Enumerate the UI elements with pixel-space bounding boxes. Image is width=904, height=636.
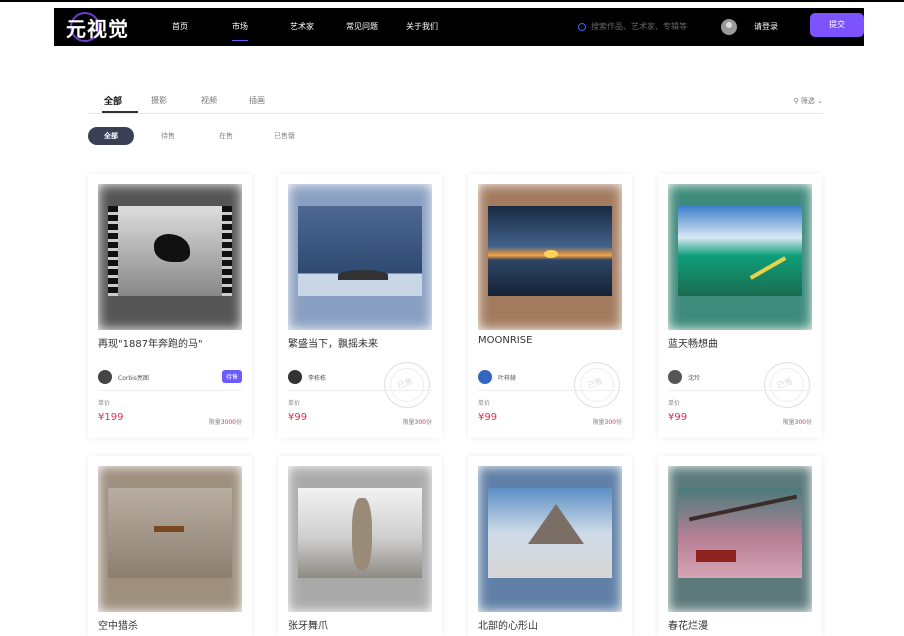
artist-avatar [668, 370, 682, 384]
price-label: 单价 [668, 400, 681, 407]
artist-avatar [288, 370, 302, 384]
limit-number: 300 [794, 419, 806, 426]
status-badge: 待售 [221, 370, 242, 383]
brand-logo[interactable]: 元视觉 [66, 11, 129, 43]
chip-pending[interactable]: 待售 [161, 127, 175, 145]
login-link[interactable]: 请登录 [754, 8, 778, 46]
price-label: 单价 [478, 400, 491, 407]
limit-prefix: 限量 [208, 419, 221, 426]
price-value: ¥199 [98, 412, 124, 423]
search-input[interactable]: 搜索作品、艺术家、专辑等 [578, 8, 687, 46]
artwork-title[interactable]: MOONRISE [478, 335, 532, 346]
tab-all[interactable]: 全部 [101, 94, 139, 113]
chevron-down-icon: ⌄ [814, 97, 823, 105]
artwork-title[interactable]: 再现"1887年奔跑的马" [98, 335, 203, 350]
limit-number: 3000 [220, 419, 236, 426]
price-label: 单价 [98, 400, 111, 407]
nav-item-faq[interactable]: 常见问题 [346, 8, 378, 46]
artwork-title[interactable]: 春花烂漫 [668, 617, 708, 632]
divider [288, 390, 432, 391]
nav-item-artists[interactable]: 艺术家 [290, 8, 314, 46]
artist-info[interactable]: 叶梓赫 [478, 370, 516, 384]
nav-item-about[interactable]: 关于我们 [406, 8, 438, 46]
user-avatar-icon[interactable] [721, 19, 737, 35]
artist-info[interactable]: Corbis亮图 [98, 370, 149, 384]
artwork-card[interactable]: 北部的心形山 [468, 456, 632, 636]
limit-unit: 份 [235, 419, 242, 426]
artwork-card[interactable]: 蓝天畅想曲 沈玲 已售 单价 ¥99 限量300份 [658, 174, 822, 438]
artist-name: Corbis亮图 [118, 374, 149, 382]
limit-prefix: 限量 [402, 419, 415, 426]
price-value: ¥99 [288, 412, 308, 423]
chip-on-sale[interactable]: 在售 [219, 127, 233, 145]
divider [98, 390, 242, 391]
artist-name: 沈玲 [688, 374, 701, 382]
search-icon [578, 23, 586, 31]
divider [668, 390, 812, 391]
nav-item-home[interactable]: 首页 [172, 8, 188, 46]
filter-icon: ⚲ [793, 97, 801, 105]
artist-name: 叶梓赫 [498, 374, 517, 382]
tab-video[interactable]: 视频 [201, 95, 217, 106]
submit-button[interactable]: 提交 [810, 13, 864, 37]
artwork-image[interactable] [288, 466, 432, 612]
artwork-image[interactable] [668, 184, 812, 330]
artist-avatar [98, 370, 112, 384]
limit-prefix: 限量 [782, 419, 795, 426]
price-value: ¥99 [668, 412, 688, 423]
sold-stamp: 已售 [574, 362, 620, 408]
tab-illustration[interactable]: 插画 [249, 95, 265, 106]
limit-unit: 份 [805, 419, 812, 426]
artwork-image[interactable] [478, 466, 622, 612]
chip-sold-out[interactable]: 已售罄 [274, 127, 295, 145]
artwork-title[interactable]: 蓝天畅想曲 [668, 335, 718, 350]
artwork-image[interactable] [98, 184, 242, 330]
nav-item-market[interactable]: 市场 [232, 14, 248, 41]
artwork-card[interactable]: 春花烂漫 [658, 456, 822, 636]
artwork-image[interactable] [288, 184, 432, 330]
artwork-card[interactable]: 张牙舞爪 [278, 456, 442, 636]
price-value: ¥99 [478, 412, 498, 423]
artwork-title[interactable]: 繁盛当下，飘摇未来 [288, 335, 378, 350]
artist-avatar [478, 370, 492, 384]
price-label: 单价 [288, 400, 301, 407]
sold-stamp: 已售 [384, 362, 430, 408]
artwork-image[interactable] [668, 466, 812, 612]
edition-limit: 限量3000份 [209, 417, 242, 426]
limit-unit: 份 [615, 419, 622, 426]
edition-limit: 限量300份 [593, 417, 622, 426]
tab-photography[interactable]: 摄影 [151, 95, 167, 106]
filter-label: 筛选 [800, 97, 815, 105]
artwork-card[interactable]: 空中猎杀 [88, 456, 252, 636]
search-placeholder: 搜索作品、艺术家、专辑等 [591, 22, 687, 31]
filter-button[interactable]: ⚲ 筛选 ⌄ [794, 96, 823, 106]
category-tabs: 全部 摄影 视频 插画 ⚲ 筛选 ⌄ [88, 95, 823, 114]
artwork-card[interactable]: 再现"1887年奔跑的马" Corbis亮图 待售 单价 ¥199 限量3000… [88, 174, 252, 438]
artwork-card[interactable]: MOONRISE 叶梓赫 已售 单价 ¥99 限量300份 [468, 174, 632, 438]
artwork-title[interactable]: 北部的心形山 [478, 617, 538, 632]
chip-all[interactable]: 全部 [88, 127, 134, 145]
artwork-title[interactable]: 张牙舞爪 [288, 617, 328, 632]
artist-info[interactable]: 李栋栋 [288, 370, 326, 384]
limit-number: 300 [414, 419, 426, 426]
edition-limit: 限量300份 [783, 417, 812, 426]
limit-prefix: 限量 [592, 419, 605, 426]
artist-name: 李栋栋 [308, 374, 327, 382]
artist-info[interactable]: 沈玲 [668, 370, 700, 384]
limit-number: 300 [604, 419, 616, 426]
limit-unit: 份 [425, 419, 432, 426]
artwork-image[interactable] [98, 466, 242, 612]
artwork-title[interactable]: 空中猎杀 [98, 617, 138, 632]
artwork-card[interactable]: 繁盛当下，飘摇未来 李栋栋 已售 单价 ¥99 限量300份 [278, 174, 442, 438]
sold-stamp: 已售 [764, 362, 810, 408]
edition-limit: 限量300份 [403, 417, 432, 426]
divider [478, 390, 622, 391]
top-border [0, 0, 904, 2]
artwork-image[interactable] [478, 184, 622, 330]
top-navbar: 元视觉 首页 市场 艺术家 常见问题 关于我们 搜索作品、艺术家、专辑等 请登录… [54, 8, 864, 46]
logo-text: 元视觉 [66, 16, 129, 41]
